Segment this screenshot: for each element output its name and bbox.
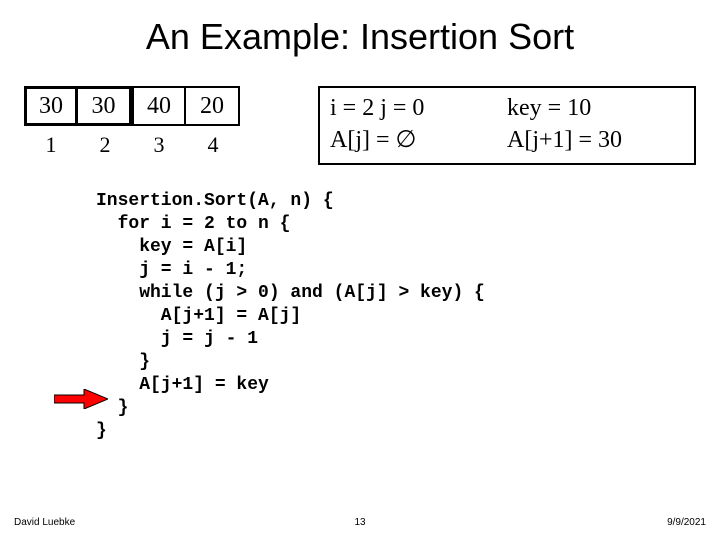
- array-block: 30 30 40 20 1 2 3 4: [24, 86, 240, 158]
- array-cell: 30: [24, 86, 78, 126]
- index-row: 1 2 3 4: [24, 132, 240, 158]
- code-listing: Insertion.Sort(A, n) { for i = 2 to n { …: [96, 190, 485, 443]
- state-aj1: A[j+1] = 30: [507, 124, 684, 156]
- footer-page: 13: [0, 517, 720, 528]
- state-ij: i = 2 j = 0: [330, 92, 507, 124]
- slide-title: An Example: Insertion Sort: [0, 16, 720, 58]
- state-aj: A[j] = ∅: [330, 124, 507, 156]
- index-label: 1: [24, 132, 78, 158]
- state-box: i = 2 j = 0 key = 10 A[j] = ∅ A[j+1] = 3…: [318, 86, 696, 165]
- array-cell: 40: [132, 86, 186, 126]
- index-label: 2: [78, 132, 132, 158]
- index-label: 4: [186, 132, 240, 158]
- array-cell: 30: [78, 86, 132, 126]
- arrow-icon: [54, 389, 108, 409]
- state-key: key = 10: [507, 92, 684, 124]
- array-row: 30 30 40 20: [24, 86, 240, 126]
- array-cell: 20: [186, 86, 240, 126]
- index-label: 3: [132, 132, 186, 158]
